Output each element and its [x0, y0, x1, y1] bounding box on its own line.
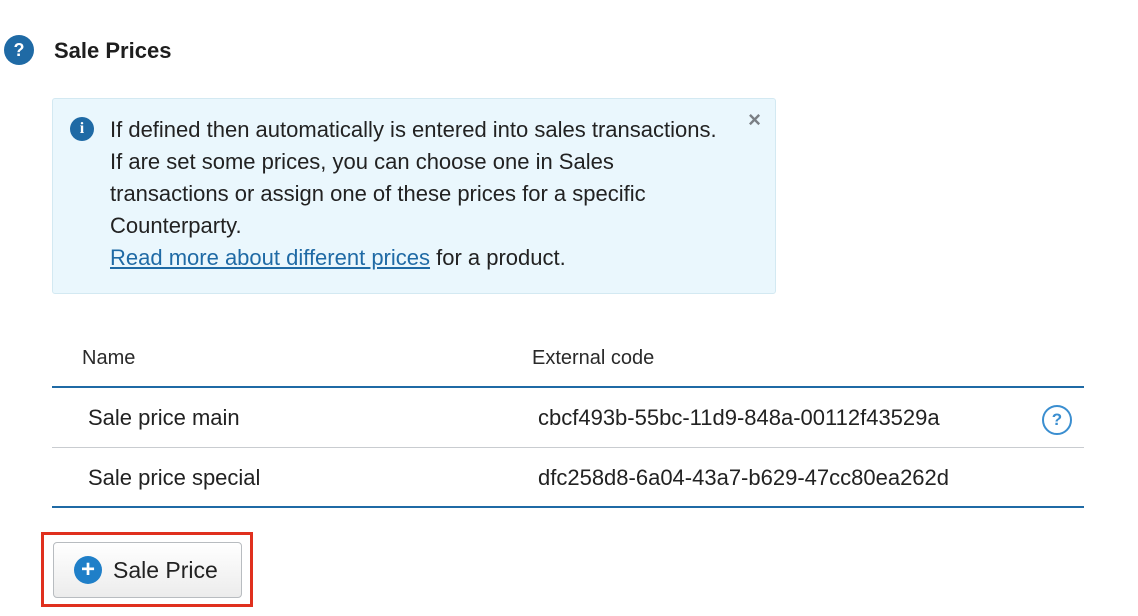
price-external-code: cbcf493b-55bc-11d9-848a-00112f43529a — [538, 405, 940, 430]
info-message: If defined then automatically is entered… — [110, 117, 717, 238]
sale-prices-table: Name External code Sale price main cbcf4… — [52, 334, 1084, 508]
row-help-glyph: ? — [1051, 410, 1063, 429]
column-header-external-code: External code — [532, 347, 655, 369]
row-help-icon[interactable]: ? — [1042, 405, 1072, 435]
price-name: Sale price special — [88, 465, 261, 490]
info-text: If defined then automatically is entered… — [110, 114, 730, 274]
info-link-suffix: for a product. — [430, 245, 566, 270]
plus-icon: + — [74, 556, 102, 584]
add-sale-price-label: Sale Price — [113, 556, 218, 583]
info-icon: i — [70, 117, 94, 141]
info-icon-glyph: i — [79, 120, 85, 137]
table-row[interactable]: Sale price main cbcf493b-55bc-11d9-848a-… — [52, 388, 1084, 448]
info-box: i If defined then automatically is enter… — [52, 98, 776, 294]
help-icon[interactable]: ? — [4, 35, 34, 65]
read-more-link[interactable]: Read more about different prices — [110, 245, 430, 270]
add-sale-price-button[interactable]: + Sale Price — [53, 542, 242, 598]
table-row[interactable]: Sale price special dfc258d8-6a04-43a7-b6… — [52, 448, 1084, 508]
close-icon[interactable]: × — [748, 107, 761, 133]
help-icon-glyph: ? — [13, 39, 25, 60]
sale-prices-page: ? Sale Prices i If defined then automati… — [0, 0, 1138, 616]
section-title: Sale Prices — [54, 38, 172, 63]
price-name: Sale price main — [88, 405, 240, 430]
price-external-code: dfc258d8-6a04-43a7-b629-47cc80ea262d — [538, 465, 950, 490]
table-header: Name External code — [52, 334, 1084, 388]
column-header-name: Name — [82, 347, 136, 369]
